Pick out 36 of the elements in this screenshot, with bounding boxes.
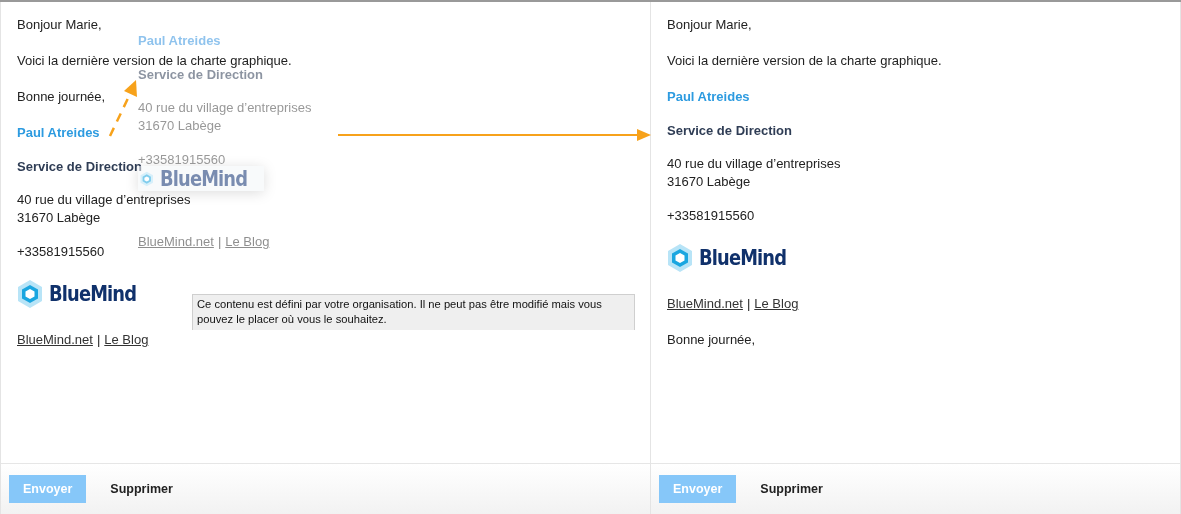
department-name: Service de Direction bbox=[667, 124, 792, 137]
link-separator: | bbox=[96, 332, 101, 347]
message-text: Bonne journée, bbox=[667, 333, 756, 346]
phone-number: +33581915560 bbox=[667, 209, 755, 222]
dashed-arrow bbox=[108, 80, 137, 137]
hexagon-logo-icon bbox=[17, 279, 43, 309]
logo-text: BlueMind bbox=[49, 281, 137, 308]
link[interactable]: Le Blog bbox=[104, 332, 149, 347]
message-text: Bonjour Marie, bbox=[17, 18, 102, 31]
message-text: Voici la dernière version de la charte graphique. bbox=[667, 54, 942, 67]
address-line: 40 rue du village d’entreprises bbox=[138, 99, 312, 117]
message-text: Bonne journée, bbox=[17, 90, 106, 103]
phone-number: +33581915560 bbox=[17, 245, 105, 258]
link-separator: | bbox=[746, 296, 751, 311]
message-text: Bonjour Marie, bbox=[667, 18, 752, 31]
link[interactable]: Le Blog bbox=[754, 296, 799, 311]
hexagon-logo-icon bbox=[667, 243, 693, 273]
tooltip: Ce contenu est défini par votre organisation. Il ne peut pas être modifié mais vous pouvez le placer où vous le souhaitez. bbox=[192, 294, 635, 330]
department-name: Service de Direction bbox=[138, 68, 263, 81]
address-line: 31670 Labège bbox=[138, 117, 222, 135]
logo-text: BlueMind bbox=[159, 166, 247, 191]
link[interactable]: BlueMind.net bbox=[667, 296, 743, 311]
message-text: Voici la dernière version de la charte graphique. bbox=[17, 54, 292, 67]
address-line: 40 rue du village d’entreprises bbox=[17, 191, 191, 209]
department-name: Service de Direction bbox=[17, 160, 142, 173]
logo-text: BlueMind bbox=[699, 245, 787, 272]
address-line: 40 rue du village d’entreprises bbox=[667, 155, 841, 173]
link[interactable]: BlueMind.net bbox=[17, 332, 93, 347]
link-separator: | bbox=[217, 234, 222, 249]
address-line: 31670 Labège bbox=[17, 209, 101, 227]
sender-name: Paul Atreides bbox=[667, 90, 750, 103]
sender-name: Paul Atreides bbox=[138, 34, 221, 47]
address-line: 31670 Labège bbox=[667, 173, 751, 191]
sender-name: Paul Atreides bbox=[17, 126, 100, 139]
delete-button[interactable]: Supprimer bbox=[110, 479, 173, 499]
delete-button[interactable]: Supprimer bbox=[760, 479, 823, 499]
